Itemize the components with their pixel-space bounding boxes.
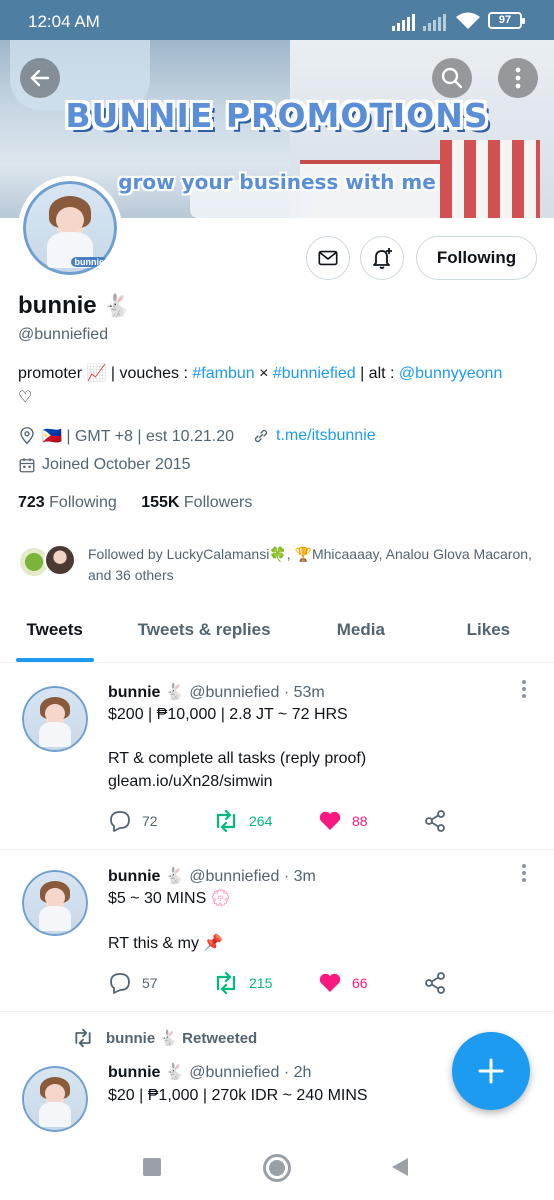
tweet-actions: 57 215 66	[108, 970, 528, 996]
tweet-more-icon[interactable]	[522, 680, 528, 701]
plus-icon	[478, 1058, 504, 1084]
more-options-button[interactable]	[498, 58, 538, 98]
avatar[interactable]	[22, 870, 88, 936]
reply-icon	[110, 811, 130, 832]
avatar	[44, 544, 76, 576]
back-nav-icon[interactable]	[390, 1156, 410, 1178]
tweet[interactable]: bunnie 🐇 @bunniefied · 53m $200 | ₱10,00…	[0, 664, 554, 850]
retweet-button[interactable]: 264	[213, 809, 318, 833]
message-button[interactable]	[306, 236, 350, 280]
profile-tabs: Tweets Tweets & replies Media Likes	[0, 600, 554, 663]
website-link[interactable]: t.me/itsbunnie	[276, 427, 376, 445]
status-bar: 12:04 AM 97	[0, 0, 554, 40]
recents-icon[interactable]	[143, 1158, 161, 1176]
joined-text: Joined October 2015	[42, 456, 191, 473]
tab-media[interactable]: Media	[299, 600, 423, 662]
signal-icon-secondary	[423, 14, 446, 31]
compose-tweet-button[interactable]	[452, 1032, 530, 1110]
profile-name: bunnie 🐇	[18, 292, 131, 320]
profile-meta-location: 🇵🇭 | GMT +8 | est 10.21.20 t.me/itsbunni…	[18, 426, 376, 446]
like-button[interactable]: 88	[318, 809, 423, 833]
tab-likes[interactable]: Likes	[423, 600, 554, 662]
tweet-text: $5 ~ 30 MINS 💮	[108, 890, 231, 907]
more-vertical-icon	[515, 67, 521, 89]
tab-tweets[interactable]: Tweets	[0, 600, 109, 662]
reply-button[interactable]: 57	[108, 971, 213, 995]
wifi-icon	[456, 12, 480, 29]
battery-icon: 97	[488, 12, 525, 29]
followers-count-link[interactable]: 155K Followers	[141, 494, 252, 511]
follow-counts: 723 Following 155K Followers	[18, 494, 252, 512]
hashtag-fambun-link[interactable]: #fambun	[192, 365, 254, 382]
share-icon	[425, 972, 445, 994]
notifications-button[interactable]	[360, 236, 404, 280]
followed-by-avatars	[18, 544, 80, 580]
bell-plus-icon	[373, 248, 392, 269]
tweet-actions: 72 264 88	[108, 808, 528, 834]
retweet-icon	[216, 971, 236, 995]
signal-icon	[392, 14, 415, 31]
reply-icon	[110, 973, 130, 994]
banner-title: BUNNIE PROMOTIONS	[65, 96, 489, 135]
like-button[interactable]: 66	[318, 971, 423, 995]
profile-handle: @bunniefied	[18, 326, 109, 343]
tweet-text-line2: RT & complete all tasks (reply proof)	[108, 750, 367, 767]
avatar[interactable]	[22, 686, 88, 752]
calendar-icon	[19, 458, 35, 473]
retweeted-label: bunnie 🐇 Retweeted	[72, 1028, 257, 1048]
back-button[interactable]	[20, 58, 60, 98]
tweet[interactable]: bunnie 🐇 @bunniefied · 3m $5 ~ 30 MINS 💮…	[0, 850, 554, 1012]
tweet-more-icon[interactable]	[522, 864, 528, 885]
back-arrow-icon	[30, 69, 50, 87]
followed-by-text: Followed by LuckyCalamansi🍀, 🏆Mhicaaaay,…	[88, 546, 532, 583]
tweet-text-line2: RT this & my 📌	[108, 935, 224, 952]
tab-tweets-replies[interactable]: Tweets & replies	[109, 600, 299, 662]
location-text: 🇵🇭 | GMT +8 | est 10.21.20	[42, 428, 235, 445]
tweet-text: $20 | ₱1,000 | 270k IDR ~ 240 MINS	[108, 1087, 368, 1104]
share-icon	[425, 810, 445, 832]
profile-avatar[interactable]: bunnie	[18, 176, 122, 280]
retweet-button[interactable]: 215	[213, 971, 318, 995]
retweet-icon	[216, 809, 236, 833]
tweet-header: bunnie 🐇 @bunniefied · 53m	[108, 684, 325, 701]
tweet-header: bunnie 🐇 @bunniefied · 2h	[108, 1064, 312, 1081]
search-button[interactable]	[432, 58, 472, 98]
tweet-header: bunnie 🐇 @bunniefied · 3m	[108, 868, 316, 885]
tweet-link[interactable]: gleam.io/uXn28/simwin	[108, 771, 273, 793]
retweet-icon	[75, 1028, 91, 1048]
following-button[interactable]: Following	[416, 236, 537, 280]
profile-bio: promoter 📈 | vouches : #fambun × #bunnie…	[18, 365, 503, 406]
following-count-link[interactable]: 723 Following	[18, 494, 117, 511]
share-button[interactable]	[423, 971, 528, 995]
link-icon	[254, 429, 268, 443]
search-icon	[441, 67, 463, 89]
home-icon[interactable]	[263, 1154, 291, 1182]
reply-button[interactable]: 72	[108, 809, 213, 833]
tweet-text: $200 | ₱10,000 | 2.8 JT ~ 72 HRS	[108, 706, 348, 723]
avatar-tag: bunnie	[71, 256, 107, 267]
avatar[interactable]	[22, 1066, 88, 1132]
hashtag-bunniefied-link[interactable]: #bunniefied	[273, 365, 356, 382]
followed-by[interactable]: Followed by LuckyCalamansi🍀, 🏆Mhicaaaay,…	[18, 544, 538, 586]
android-nav-bar	[0, 1134, 554, 1200]
heart-filled-icon	[319, 973, 341, 992]
location-pin-icon	[20, 427, 34, 445]
profile-name-text: bunnie	[18, 292, 97, 319]
rabbit-emoji: 🐇	[103, 293, 131, 318]
alt-handle-link[interactable]: @bunnyyeonn	[399, 365, 502, 382]
profile-meta-joined: Joined October 2015	[18, 456, 191, 474]
heart-filled-icon	[319, 811, 341, 830]
share-button[interactable]	[423, 809, 528, 833]
status-time: 12:04 AM	[28, 12, 100, 31]
envelope-icon	[318, 250, 338, 266]
